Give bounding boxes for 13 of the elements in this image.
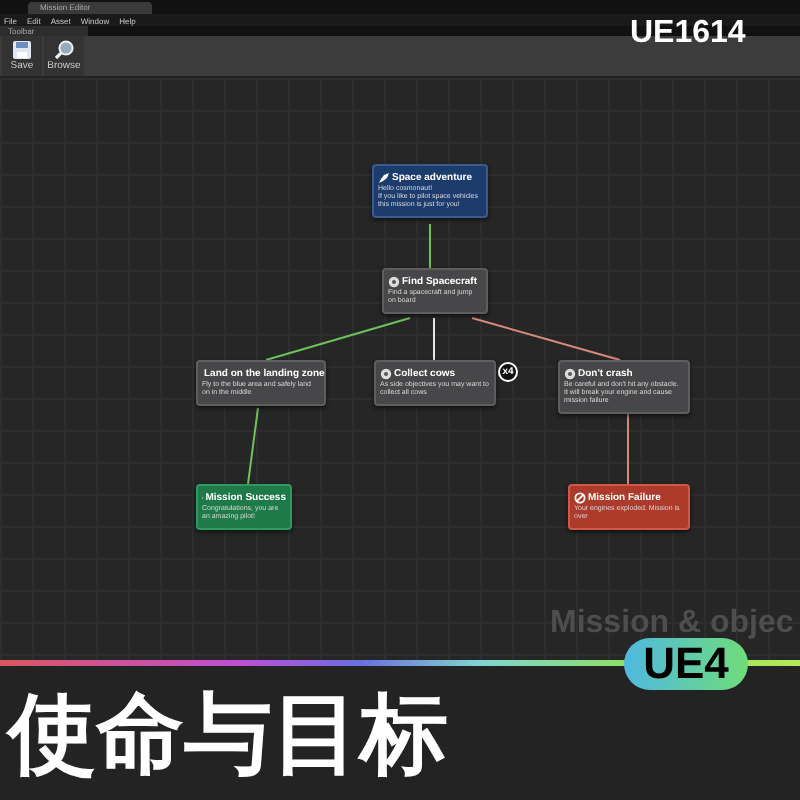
connector-line xyxy=(429,223,431,269)
gear-icon xyxy=(380,368,392,380)
gear-icon xyxy=(388,276,400,288)
search-icon xyxy=(54,40,74,60)
banner-title: 使命与目标 xyxy=(8,686,448,786)
product-code: UE1614 xyxy=(630,16,746,52)
connector-line xyxy=(433,317,435,361)
version-badge: UE4 xyxy=(624,638,748,690)
rocket-icon xyxy=(378,172,390,184)
prohibited-icon xyxy=(574,492,586,504)
connector-line xyxy=(627,413,629,485)
gear-icon xyxy=(564,368,576,380)
connector-line xyxy=(247,407,259,485)
